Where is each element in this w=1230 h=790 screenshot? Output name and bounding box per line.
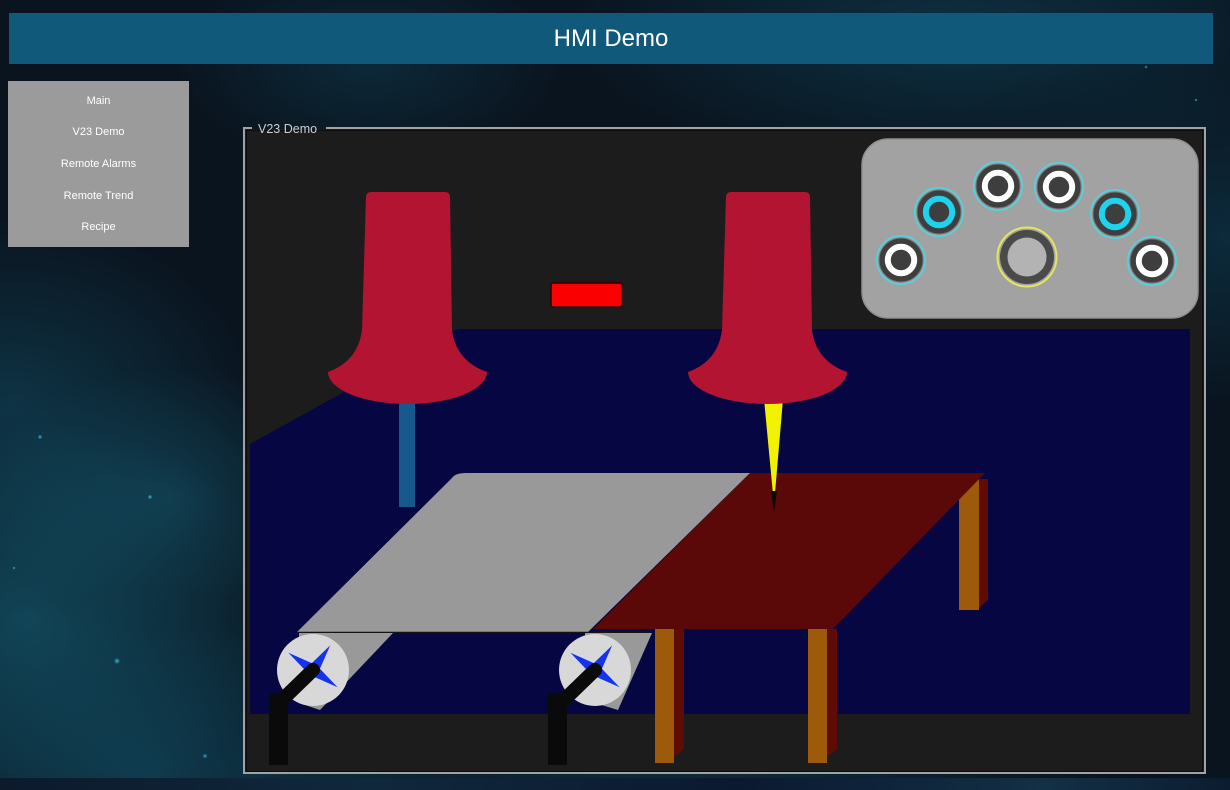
button-face <box>1008 238 1047 277</box>
panel-button-7[interactable] <box>998 228 1057 287</box>
v23-demo-scene: V23 Demo <box>0 0 1230 790</box>
feed-pipe <box>399 400 415 507</box>
cable-right-drop <box>548 694 567 765</box>
panel-button-5[interactable] <box>1091 190 1139 238</box>
status-indicator <box>551 283 622 307</box>
table-leg-front-right <box>808 629 827 763</box>
panel-button-4[interactable] <box>1035 163 1083 211</box>
table-leg-front-left-side <box>674 629 684 757</box>
groupbox-label: V23 Demo <box>258 122 317 136</box>
table-leg-back <box>959 479 979 610</box>
table-leg-back-side <box>979 479 988 608</box>
table-leg-front-right-side <box>827 629 837 757</box>
cable-left-drop <box>269 694 288 765</box>
table-leg-front-left <box>655 629 674 763</box>
panel-button-3[interactable] <box>974 162 1022 210</box>
panel-button-6[interactable] <box>1128 237 1176 285</box>
panel-button-2[interactable] <box>915 188 963 236</box>
panel-button-1[interactable] <box>877 236 925 284</box>
